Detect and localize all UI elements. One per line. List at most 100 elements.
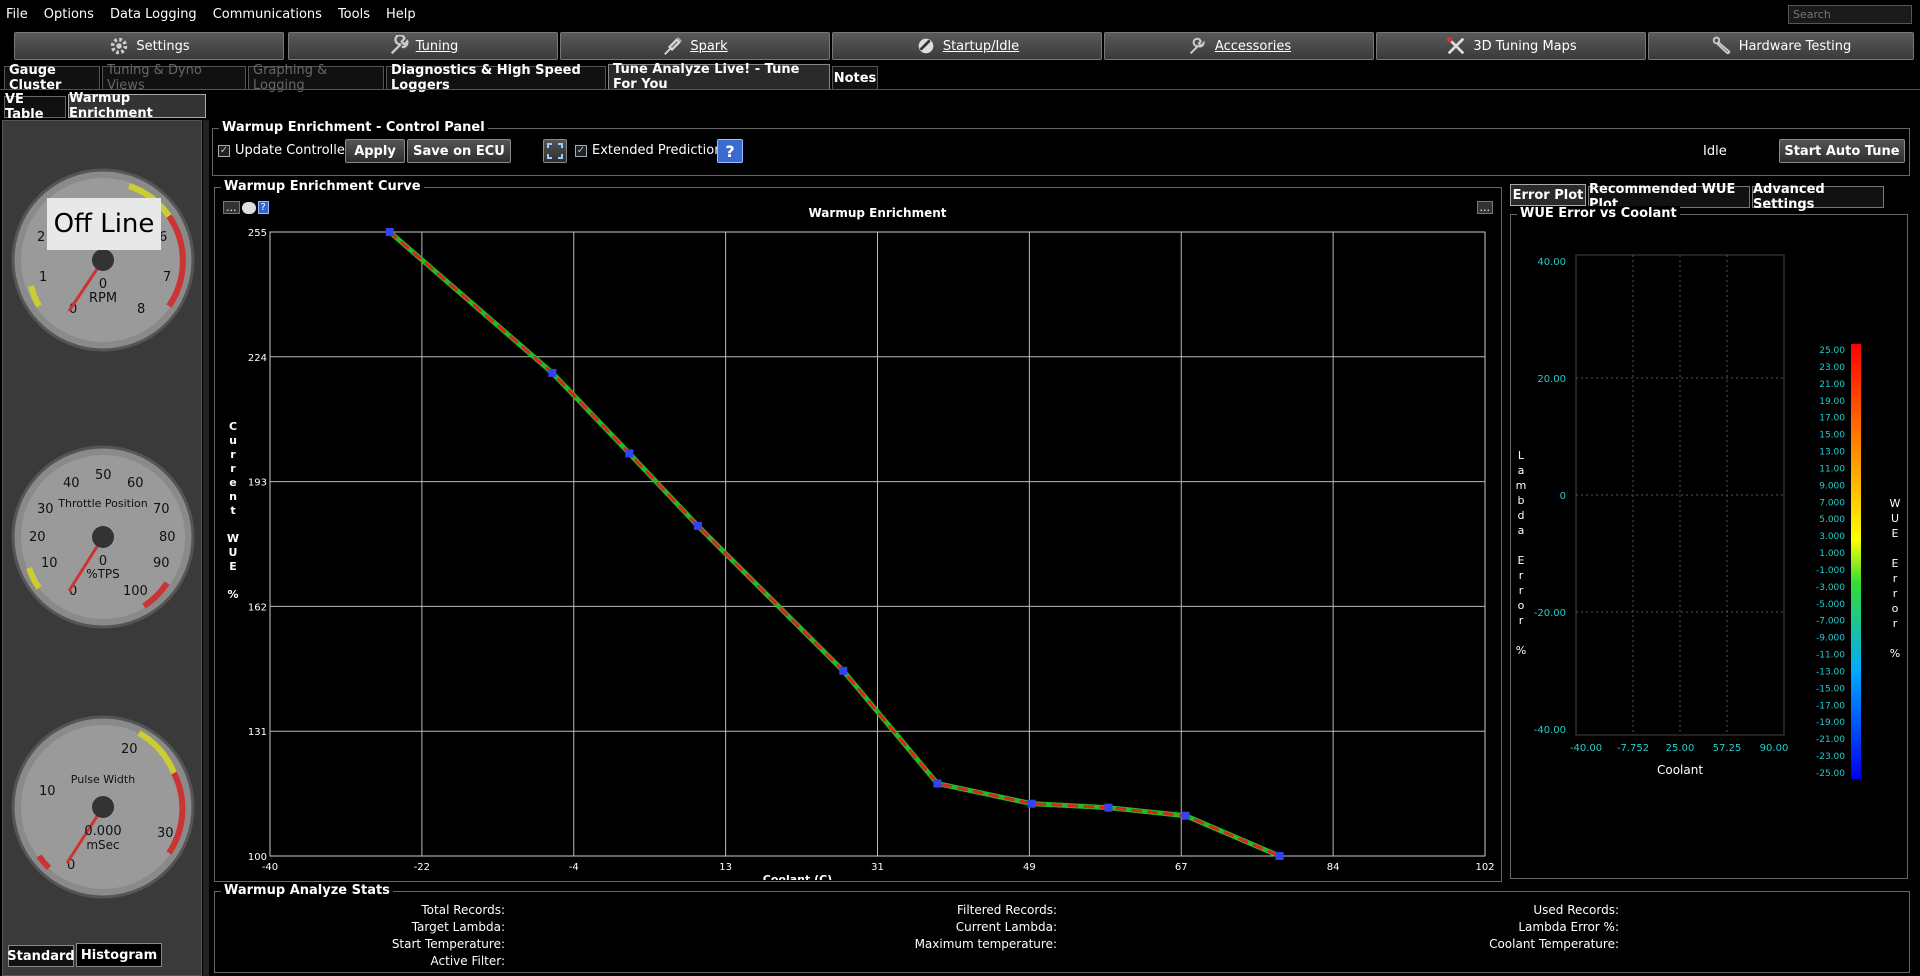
x-tick-label: 49 <box>1023 862 1036 873</box>
stat-target-lambda: Target Lambda: <box>411 920 505 934</box>
wue-error-chart[interactable]: -40.00 -7.752 25.00 57.25 90.00 40.00 20.00 0 -2… <box>1511 219 1907 879</box>
fullscreen-button[interactable] <box>543 139 567 163</box>
x-tick-label: 84 <box>1327 862 1340 873</box>
tps-tick-100: 100 <box>123 584 148 599</box>
update-controller-checkbox[interactable]: ✓ Update Controller <box>218 143 350 158</box>
rpm-value: 0 <box>99 277 107 292</box>
tab-tune-analyze-live[interactable]: Tune Analyze Live! - Tune For You <box>608 62 830 92</box>
tuning-label: Tuning <box>415 38 459 54</box>
gear-icon <box>111 37 128 55</box>
tps-tick-30: 30 <box>37 502 54 517</box>
tps-tick-70: 70 <box>153 502 170 517</box>
data-point <box>933 779 942 788</box>
error-x-tick-label: -7.752 <box>1617 743 1649 754</box>
stat-maximum-temperature: Maximum temperature: <box>914 937 1057 951</box>
throttle-position-gauge: 0 10 20 30 40 50 60 70 80 90 100 Throttl… <box>11 445 195 629</box>
data-point <box>385 228 394 236</box>
extended-prediction-checkbox[interactable]: ✓ Extended Prediction <box>575 143 722 158</box>
y-tick-label: 162 <box>248 602 267 613</box>
tuning-button[interactable]: Tuning <box>288 32 558 60</box>
error-y-tick-label: 0 <box>1560 491 1566 502</box>
colorbar-tick-label: -17.00 <box>1816 701 1845 711</box>
error-plot-panel: WUE Error vs Coolant -40.00 -7.752 25.00 57… <box>1510 206 1908 879</box>
colorbar-tick-label: 17.00 <box>1819 414 1845 424</box>
hardware-testing-button[interactable]: Hardware Testing <box>1648 32 1914 60</box>
tab-ve-table[interactable]: VE Table <box>4 92 66 122</box>
error-x-tick-label: -40.00 <box>1570 743 1602 754</box>
startup-idle-button[interactable]: Startup/Idle <box>832 32 1102 60</box>
rpm-gauge: 0 1 2 6 7 8 0 RPM Off Line <box>11 168 195 352</box>
tab-advanced-settings[interactable]: Advanced Settings <box>1752 182 1884 212</box>
save-on-ecu-button[interactable]: Save on ECU <box>407 139 511 163</box>
offline-indicator: Off Line <box>54 209 155 239</box>
tps-tick-20: 20 <box>29 530 46 545</box>
tab-warmup-enrichment[interactable]: Warmup Enrichment <box>68 91 206 121</box>
y-tick-label: 100 <box>248 852 267 863</box>
search-input[interactable] <box>1788 5 1912 24</box>
data-point <box>1181 811 1190 820</box>
x-tick-label: -22 <box>414 862 430 873</box>
3d-tuning-maps-button[interactable]: 3D Tuning Maps <box>1376 32 1646 60</box>
spark-button[interactable]: Spark <box>560 32 830 60</box>
tab-notes[interactable]: Notes <box>832 66 878 89</box>
colorbar-tick-label: -5.000 <box>1816 600 1845 610</box>
warmup-curve-panel: Warmup Enrichment Curve ... ? ... Warmup… <box>214 179 1502 882</box>
y-tick-label: 224 <box>248 353 267 364</box>
colorbar-tick-label: 15.00 <box>1819 431 1845 441</box>
key-icon <box>918 38 934 54</box>
warmup-stats-panel: Warmup Analyze Stats Total Records: Targ… <box>214 883 1910 973</box>
colorbar-tick-label: 23.00 <box>1819 363 1845 373</box>
settings-label: Settings <box>136 38 190 54</box>
tools-icon <box>1189 37 1205 55</box>
colorbar-tick-label: -9.000 <box>1816 634 1845 644</box>
apply-button[interactable]: Apply <box>345 139 405 163</box>
tab-error-plot[interactable]: Error Plot <box>1510 184 1586 206</box>
rpm-tick-8: 8 <box>137 302 145 317</box>
3d-tuning-maps-label: 3D Tuning Maps <box>1473 38 1577 54</box>
tab-diagnostics[interactable]: Diagnostics & High Speed Loggers <box>386 63 606 93</box>
colorbar-tick-label: 5.000 <box>1819 515 1845 525</box>
menu-options[interactable]: Options <box>36 0 102 29</box>
x-tick-label: 13 <box>719 862 732 873</box>
menu-file[interactable]: File <box>0 0 36 29</box>
pw-value: 0.000 <box>84 824 121 839</box>
accessories-label: Accessories <box>1214 38 1292 54</box>
menu-tools[interactable]: Tools <box>330 0 378 29</box>
panel-splitter[interactable] <box>203 120 209 976</box>
stat-current-lambda: Current Lambda: <box>955 920 1057 934</box>
tab-recommended-wue-plot[interactable]: Recommended WUE Plot <box>1588 182 1750 212</box>
settings-button[interactable]: Settings <box>14 32 284 60</box>
control-panel-title: Warmup Enrichment - Control Panel <box>219 120 488 135</box>
tab-tuning-dyno-views[interactable]: Tuning & Dyno Views <box>102 63 246 93</box>
check-icon: ✓ <box>218 144 230 157</box>
tab-gauge-cluster[interactable]: Gauge Cluster <box>4 63 100 93</box>
colorbar-tick-label: 25.00 <box>1819 346 1845 356</box>
menu-communications[interactable]: Communications <box>205 0 330 29</box>
data-point <box>1104 803 1113 812</box>
data-point <box>625 449 634 458</box>
menu-help[interactable]: Help <box>378 0 424 29</box>
spark-plug-icon <box>664 37 683 55</box>
warmup-enrichment-chart[interactable]: Warmup Enrichment -40 -22 -4 13 31 49 67 84 102 25… <box>215 200 1501 880</box>
error-y-tick-label: 20.00 <box>1537 374 1566 385</box>
stat-lambda-error: Lambda Error %: <box>1518 920 1619 934</box>
menu-data-logging[interactable]: Data Logging <box>102 0 205 29</box>
help-button[interactable]: ? <box>717 139 743 163</box>
data-point <box>839 666 848 675</box>
accessories-button[interactable]: Accessories <box>1104 32 1374 60</box>
tps-tick-80: 80 <box>159 530 176 545</box>
colorbar-tick-label: 21.00 <box>1819 380 1845 390</box>
tab-graphing-logging[interactable]: Graphing & Logging <box>248 63 384 93</box>
tps-unit: %TPS <box>86 567 120 581</box>
colorbar-tick-label: 3.000 <box>1819 532 1845 542</box>
tab-histogram[interactable]: Histogram <box>76 943 162 967</box>
tab-standard[interactable]: Standard <box>7 945 75 967</box>
tps-tick-50: 50 <box>95 468 112 483</box>
series-line-0 <box>387 229 1283 859</box>
crossed-tools-icon <box>1447 36 1465 55</box>
colorbar-tick-label: 13.00 <box>1819 448 1845 458</box>
chart-title: Warmup Enrichment <box>809 206 947 220</box>
y-axis-label: Current WUE % <box>227 420 239 601</box>
colorbar-tick-label: 11.00 <box>1819 464 1845 474</box>
start-auto-tune-button[interactable]: Start Auto Tune <box>1779 139 1905 163</box>
